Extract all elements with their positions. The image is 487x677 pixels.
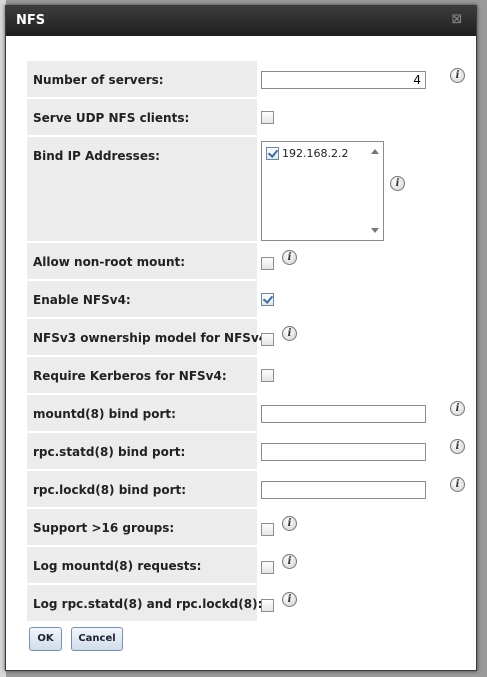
row-mountd-port: mountd(8) bind port: i: [27, 395, 465, 431]
rpc-statd-port-label: rpc.statd(8) bind port:: [33, 445, 186, 459]
number-of-servers-input[interactable]: [261, 71, 426, 89]
label-cell: Support >16 groups:: [27, 509, 257, 545]
scroll-down-arrow-icon[interactable]: [371, 228, 379, 233]
label-cell: Log rpc.statd(8) and rpc.lockd(8):: [27, 585, 262, 621]
log-mountd-checkbox[interactable]: [261, 561, 274, 574]
info-icon[interactable]: i: [282, 554, 297, 569]
info-icon[interactable]: i: [390, 176, 405, 191]
bind-ip-label: Bind IP Addresses:: [33, 149, 160, 163]
row-enable-nfsv4: Enable NFSv4:: [27, 281, 463, 317]
info-icon[interactable]: i: [282, 516, 297, 531]
require-kerberos-checkbox[interactable]: [261, 369, 274, 382]
bind-ip-option-checkbox[interactable]: [266, 147, 279, 160]
log-mountd-label: Log mountd(8) requests:: [33, 559, 202, 573]
row-require-kerberos: Require Kerberos for NFSv4:: [27, 357, 463, 393]
label-cell: Bind IP Addresses:: [27, 137, 257, 241]
label-cell: Log mountd(8) requests:: [27, 547, 257, 583]
label-cell: rpc.lockd(8) bind port:: [27, 471, 257, 507]
row-log-mountd: Log mountd(8) requests: i: [27, 547, 463, 583]
serve-udp-checkbox[interactable]: [261, 111, 274, 124]
row-support-16-groups: Support >16 groups: i: [27, 509, 463, 545]
row-nfsv3-ownership: NFSv3 ownership model for NFSv4: i: [27, 319, 463, 355]
listbox-scrollbar[interactable]: [368, 142, 383, 240]
label-cell: NFSv3 ownership model for NFSv4:: [27, 319, 272, 355]
support-16-groups-checkbox[interactable]: [261, 523, 274, 536]
support-16-groups-label: Support >16 groups:: [33, 521, 175, 535]
cancel-button[interactable]: Cancel: [71, 627, 123, 651]
row-rpc-statd-port: rpc.statd(8) bind port: i: [27, 433, 465, 469]
row-log-rpc: Log rpc.statd(8) and rpc.lockd(8): i: [27, 585, 463, 621]
serve-udp-label: Serve UDP NFS clients:: [33, 111, 190, 125]
nfsv3-ownership-checkbox[interactable]: [261, 333, 274, 346]
allow-nonroot-label: Allow non-root mount:: [33, 255, 186, 269]
enable-nfsv4-checkbox[interactable]: [261, 293, 274, 306]
row-rpc-lockd-port: rpc.lockd(8) bind port: i: [27, 471, 465, 507]
bind-ip-listbox[interactable]: 192.168.2.2: [261, 141, 384, 241]
scroll-up-arrow-icon[interactable]: [371, 149, 379, 154]
info-icon[interactable]: i: [282, 250, 297, 265]
mountd-port-input[interactable]: [261, 405, 426, 423]
rpc-lockd-port-label: rpc.lockd(8) bind port:: [33, 483, 187, 497]
info-icon[interactable]: i: [450, 68, 465, 83]
label-cell: rpc.statd(8) bind port:: [27, 433, 257, 469]
rpc-statd-port-input[interactable]: [261, 443, 426, 461]
info-icon[interactable]: i: [282, 326, 297, 341]
enable-nfsv4-label: Enable NFSv4:: [33, 293, 131, 307]
row-number-of-servers: Number of servers: i: [27, 61, 465, 97]
close-icon[interactable]: ⊠: [450, 13, 464, 27]
dialog-titlebar[interactable]: NFS ⊠: [6, 6, 476, 36]
log-rpc-checkbox[interactable]: [261, 599, 274, 612]
row-serve-udp: Serve UDP NFS clients:: [27, 99, 463, 135]
row-allow-nonroot: Allow non-root mount: i: [27, 243, 463, 279]
nfsv3-ownership-label: NFSv3 ownership model for NFSv4:: [33, 331, 272, 345]
info-icon[interactable]: i: [282, 592, 297, 607]
allow-nonroot-checkbox[interactable]: [261, 257, 274, 270]
info-icon[interactable]: i: [450, 439, 465, 454]
number-of-servers-label: Number of servers:: [33, 73, 164, 87]
rpc-lockd-port-input[interactable]: [261, 481, 426, 499]
label-cell: Enable NFSv4:: [27, 281, 257, 317]
label-cell: mountd(8) bind port:: [27, 395, 257, 431]
require-kerberos-label: Require Kerberos for NFSv4:: [33, 369, 227, 383]
label-cell: Serve UDP NFS clients:: [27, 99, 257, 135]
info-icon[interactable]: i: [450, 477, 465, 492]
label-cell: Allow non-root mount:: [27, 243, 257, 279]
nfs-settings-dialog: NFS ⊠ Number of servers: i Serve UDP NFS…: [5, 5, 477, 671]
log-rpc-label: Log rpc.statd(8) and rpc.lockd(8):: [33, 597, 263, 611]
label-cell: Number of servers:: [27, 61, 257, 97]
bind-ip-option-label: 192.168.2.2: [282, 147, 349, 160]
label-cell: Require Kerberos for NFSv4:: [27, 357, 257, 393]
row-bind-ip: Bind IP Addresses: 192.168.2.2 i: [27, 137, 463, 241]
info-icon[interactable]: i: [450, 401, 465, 416]
mountd-port-label: mountd(8) bind port:: [33, 407, 176, 421]
ok-button[interactable]: OK: [29, 627, 62, 651]
dialog-title: NFS: [16, 13, 46, 28]
